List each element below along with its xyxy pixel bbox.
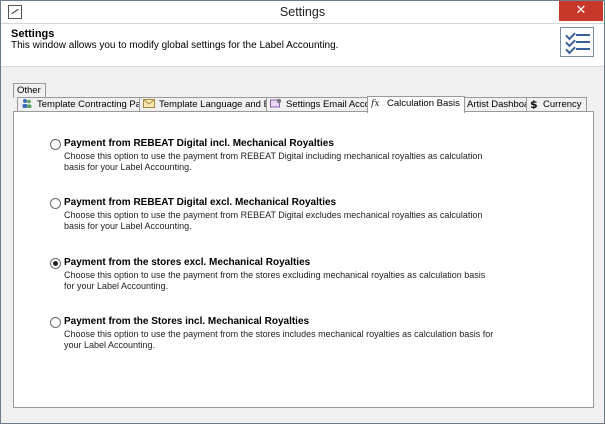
option-description: Choose this option to use the payment fr…	[64, 329, 494, 350]
option-title: Payment from the stores excl. Mechanical…	[64, 257, 311, 268]
email-icon	[143, 98, 155, 109]
option-description: Choose this option to use the payment fr…	[64, 270, 486, 291]
header-title: Settings	[11, 28, 55, 40]
option-title: Payment from REBEAT Digital excl. Mechan…	[64, 197, 337, 208]
radio-button-selected[interactable]	[50, 258, 61, 269]
tab-currency[interactable]: $ Currency	[526, 97, 587, 112]
header-description: This window allows you to modify global …	[11, 40, 339, 51]
people-icon	[21, 98, 33, 109]
svg-text:fx: fx	[371, 99, 379, 108]
close-button[interactable]: ✕	[559, 1, 603, 21]
function-icon: fx	[370, 97, 383, 109]
email-settings-icon	[270, 98, 282, 109]
settings-window: Settings ✕ Settings This window allows y…	[0, 0, 605, 424]
svg-text:$: $	[530, 98, 538, 109]
radio-button[interactable]	[50, 198, 61, 209]
option-description: Choose this option to use the payment fr…	[64, 210, 483, 231]
checklist-icon	[560, 27, 594, 57]
tab-calculation-basis[interactable]: fx Calculation Basis	[367, 96, 465, 113]
option-title: Payment from REBEAT Digital incl. Mechan…	[64, 138, 334, 149]
header-banner: Settings This window allows you to modif…	[1, 24, 604, 67]
title-bar[interactable]: Settings ✕	[1, 1, 604, 24]
radio-button[interactable]	[50, 139, 61, 150]
option-title: Payment from the Stores incl. Mechanical…	[64, 316, 310, 327]
tab-other[interactable]: Other	[13, 83, 46, 98]
option-description: Choose this option to use the payment fr…	[64, 151, 483, 172]
radio-button[interactable]	[50, 317, 61, 328]
dollar-icon: $	[530, 98, 539, 111]
window-title: Settings	[279, 5, 326, 19]
calculation-basis-panel: Payment from REBEAT Digital incl. Mechan…	[13, 111, 594, 408]
